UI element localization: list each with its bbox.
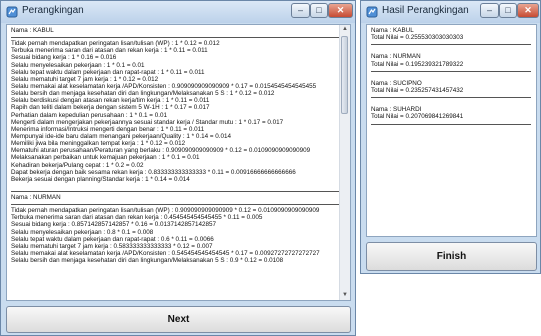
calculation-line: Mempunyai ide-ide baru dalam menangani p… — [11, 132, 232, 140]
app-icon — [6, 6, 18, 18]
calculation-line: Perhatian dalam kepedulian perusahaan : … — [11, 111, 167, 119]
calculation-line: Rapih dan teliti dalam bekerja dengan si… — [11, 104, 210, 112]
calculation-line: Sesuai bidang kerja : 1 * 0.16 = 0.016 — [11, 54, 117, 62]
result-name: Nama : NURMAN — [371, 53, 421, 61]
hasil-perangkingan-window: Hasil Perangkingan – □ ✕ Nama : KABUL Tot… — [360, 0, 541, 274]
vertical-scrollbar[interactable]: ▲ ▼ — [339, 25, 350, 300]
finish-button[interactable]: Finish — [366, 242, 537, 271]
calculation-line: Selalu memakai alat keselamatan kerja /A… — [11, 82, 317, 90]
hasil-text-output[interactable]: Nama : KABUL Total Nilai = 0.255530303030… — [366, 24, 537, 237]
perangkingan-window: Perangkingan – □ ✕ Nama : KABUL Tidak per… — [0, 0, 356, 336]
separator-line — [11, 190, 341, 192]
calculation-lines: Nama : KABUL Tidak pernah mendapatkan per… — [11, 27, 341, 264]
scroll-up-icon[interactable]: ▲ — [341, 25, 349, 34]
calculation-line: Menerima informasi/Intruksi mengerti den… — [11, 125, 205, 133]
perangkingan-text-output[interactable]: Nama : KABUL Tidak pernah mendapatkan per… — [6, 24, 351, 301]
window-title: Hasil Perangkingan — [382, 5, 469, 16]
calculation-line: Mengerti dalam mengerjakan pekerjaannya … — [11, 118, 284, 126]
separator-line — [371, 97, 531, 99]
calculation-line: Bekerja sesuai dengan planning/Standar k… — [11, 175, 190, 183]
hasil-titlebar[interactable]: Hasil Perangkingan – □ ✕ — [361, 1, 540, 23]
result-total: Total Nilai = 0.255530303030303 — [371, 34, 464, 42]
maximize-button[interactable]: □ — [499, 3, 517, 18]
separator-line — [11, 204, 341, 206]
result-name: Nama : SUCIPNO — [371, 79, 422, 87]
result-total: Total Nilai = 0.195239321789322 — [371, 60, 464, 68]
calculation-line: Selalu tepat waktu dalam pekerjaan dan r… — [11, 235, 214, 243]
calculation-line: Selalu menyelesaikan pekerjaan : 1 * 0.1… — [11, 61, 145, 69]
close-button[interactable]: ✕ — [328, 3, 353, 18]
calculation-line: Kehadiran bekerja/Pulang cepat : 1 * 0.2… — [11, 161, 144, 169]
result-total: Total Nilai = 0.235257431457432 — [371, 86, 464, 94]
calculation-line: Selalu bersih dan menjaga kesehatan diri… — [11, 257, 284, 265]
separator-line — [371, 44, 531, 46]
calculation-line: Selalu memakai alat keselamatan kerja /A… — [11, 249, 320, 257]
app-icon — [366, 6, 378, 18]
calculation-line: Nama : NURMAN — [11, 193, 61, 201]
separator-line — [371, 70, 531, 72]
result-lines: Nama : KABUL Total Nilai = 0.255530303030… — [371, 27, 531, 133]
scroll-thumb[interactable] — [341, 36, 348, 114]
calculation-line: Dapat bekerja dengan baik sesama rekan k… — [11, 168, 296, 176]
result-name: Nama : SUHARDI — [371, 106, 422, 114]
maximize-button[interactable]: □ — [310, 3, 328, 18]
calculation-line: Sesuai bidang kerja : 0.857142857142857 … — [11, 221, 217, 229]
calculation-line: Selalu berdiskusi dengan atasan rekan ke… — [11, 97, 210, 105]
calculation-line: Terbuka menerima saran dari atasan dan r… — [11, 47, 208, 55]
calculation-line: Selalu tepat waktu dalam pekerjaan dan r… — [11, 68, 205, 76]
calculation-line: Selalu mematuhi target 7 jam kerja : 0.5… — [11, 242, 213, 250]
calculation-line: Melaksanakan perbaikan untuk kemajuan pe… — [11, 154, 200, 162]
perangkingan-titlebar[interactable]: Perangkingan – □ ✕ — [1, 1, 355, 23]
separator-line — [371, 123, 531, 125]
close-button[interactable]: ✕ — [517, 3, 539, 18]
result-name: Nama : KABUL — [371, 27, 414, 34]
minimize-button[interactable]: – — [291, 3, 310, 18]
calculation-line: Mematuhi aturan perusahaan/Peraturan yan… — [11, 147, 311, 155]
result-total: Total Nilai = 0.207069841269841 — [371, 113, 464, 121]
calculation-line: Memiliki jiwa bila meninggalkan tempat k… — [11, 140, 186, 148]
scroll-down-icon[interactable]: ▼ — [341, 291, 349, 300]
next-button[interactable]: Next — [6, 306, 351, 333]
window-title: Perangkingan — [22, 5, 84, 16]
calculation-line: Selalu bersih dan menjaga kesehatan diri… — [11, 90, 275, 98]
calculation-line: Tidak pernah mendapatkan peringatan lisa… — [11, 207, 320, 215]
calculation-line: Selalu mematuhi target 7 jam kerja : 1 *… — [11, 75, 159, 83]
calculation-line: Tidak pernah mendapatkan peringatan lisa… — [11, 40, 220, 48]
separator-line — [11, 37, 341, 39]
calculation-line: Nama : KABUL — [11, 27, 54, 34]
calculation-line: Terbuka menerima saran dari atasan dan r… — [11, 214, 263, 222]
minimize-button[interactable]: – — [480, 3, 499, 18]
calculation-line: Selalu menyelesaikan pekerjaan : 0.8 * 0… — [11, 228, 154, 236]
